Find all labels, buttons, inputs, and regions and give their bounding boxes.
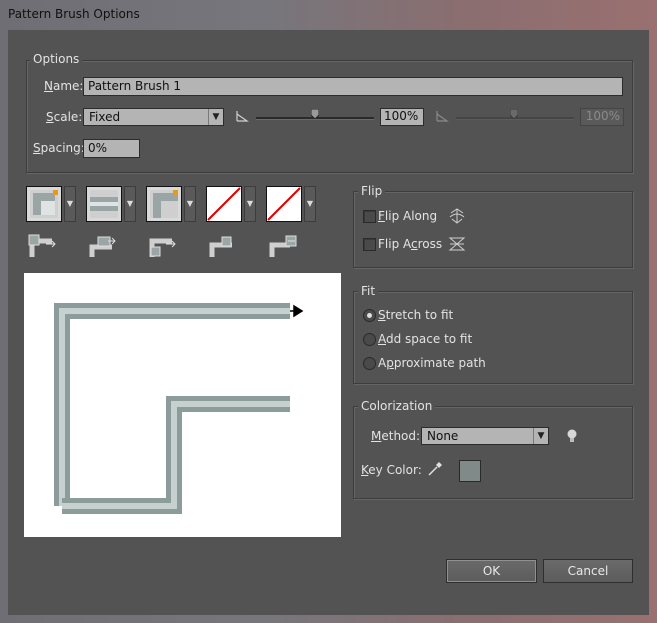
chevron-down-icon: ▼ [208,109,223,125]
end-tile-icon [268,233,298,259]
approximate-path-radio[interactable] [363,357,376,370]
scale-slider-thumb[interactable] [311,109,319,119]
fit-legend: Fit [358,284,379,298]
spacing-label: Spacing: [33,141,85,155]
ok-button[interactable]: OK [446,559,537,583]
key-color-swatch[interactable] [459,460,481,482]
key-color-label: Key Color: [361,463,422,477]
flip-across-label: Flip Across [378,237,443,251]
scale-slider-2-thumb [510,109,518,119]
side-tile-selector[interactable]: ▼ [26,186,78,222]
window-title: Pattern Brush Options [8,7,140,21]
flip-along-checkbox[interactable] [363,210,376,223]
chevron-down-icon[interactable]: ▼ [304,186,316,222]
flip-legend: Flip [358,184,386,198]
scale-percent-input[interactable]: 100% [380,108,424,126]
flip-along-icon [448,207,466,228]
approximate-path-label: Approximate path [378,356,486,370]
flip-across-icon [448,235,466,256]
spacing-input[interactable]: 0% [83,139,140,158]
method-label: Method: [371,429,421,443]
scale-label: Scale: [46,110,83,124]
tile-none-icon [206,186,242,222]
flip-along-label: Flip Along [378,209,438,223]
start-tile-selector[interactable]: ▼ [206,186,258,222]
tile-none-icon [266,186,302,222]
method-dropdown[interactable]: None ▼ [421,427,549,445]
chevron-down-icon[interactable]: ▼ [64,186,76,222]
scale-percent-input-2: 100% [580,108,624,126]
eyedropper-icon[interactable] [427,461,443,480]
lightbulb-icon[interactable] [566,428,578,447]
method-value: None [427,429,459,443]
scale-value: Fixed [89,110,121,124]
inner-corner-tile-icon [148,233,178,259]
inner-corner-tile-selector[interactable]: ▼ [146,186,198,222]
dialog-body: Options Name: Pattern Brush 1 Scale: Fix… [8,30,649,615]
chevron-down-icon[interactable]: ▼ [184,186,196,222]
start-tile-icon [208,233,238,259]
add-space-to-fit-radio[interactable] [363,333,376,346]
options-legend: Options [30,52,83,66]
scale-variation-icon [236,110,250,125]
add-space-to-fit-label: Add space to fit [378,332,473,346]
cancel-button[interactable]: Cancel [543,559,633,583]
name-input[interactable]: Pattern Brush 1 [83,77,623,96]
colorization-legend: Colorization [358,399,436,413]
scale-dropdown[interactable]: Fixed ▼ [83,108,224,126]
colorization-group [353,406,633,499]
chevron-down-icon: ▼ [533,428,548,444]
dialog-window: Pattern Brush Options Options Name: Patt… [0,0,657,623]
tile-outer-corner-icon [86,186,122,222]
brush-preview [24,273,341,537]
end-tile-selector[interactable]: ▼ [266,186,318,222]
chevron-down-icon[interactable]: ▼ [124,186,136,222]
outer-corner-tile-selector[interactable]: ▼ [86,186,138,222]
name-label: Name: [44,79,84,93]
tile-inner-corner-icon [146,186,182,222]
flip-across-checkbox[interactable] [363,238,376,251]
outer-corner-tile-icon [28,233,58,259]
title-bar[interactable]: Pattern Brush Options [0,0,657,30]
tile-side-icon [26,186,62,222]
flip-group [353,191,633,268]
stretch-to-fit-radio[interactable] [363,309,376,322]
side-tile-icon [88,233,118,259]
scale-variation-icon-2 [436,110,450,125]
stretch-to-fit-label: Stretch to fit [378,308,454,322]
chevron-down-icon[interactable]: ▼ [244,186,256,222]
